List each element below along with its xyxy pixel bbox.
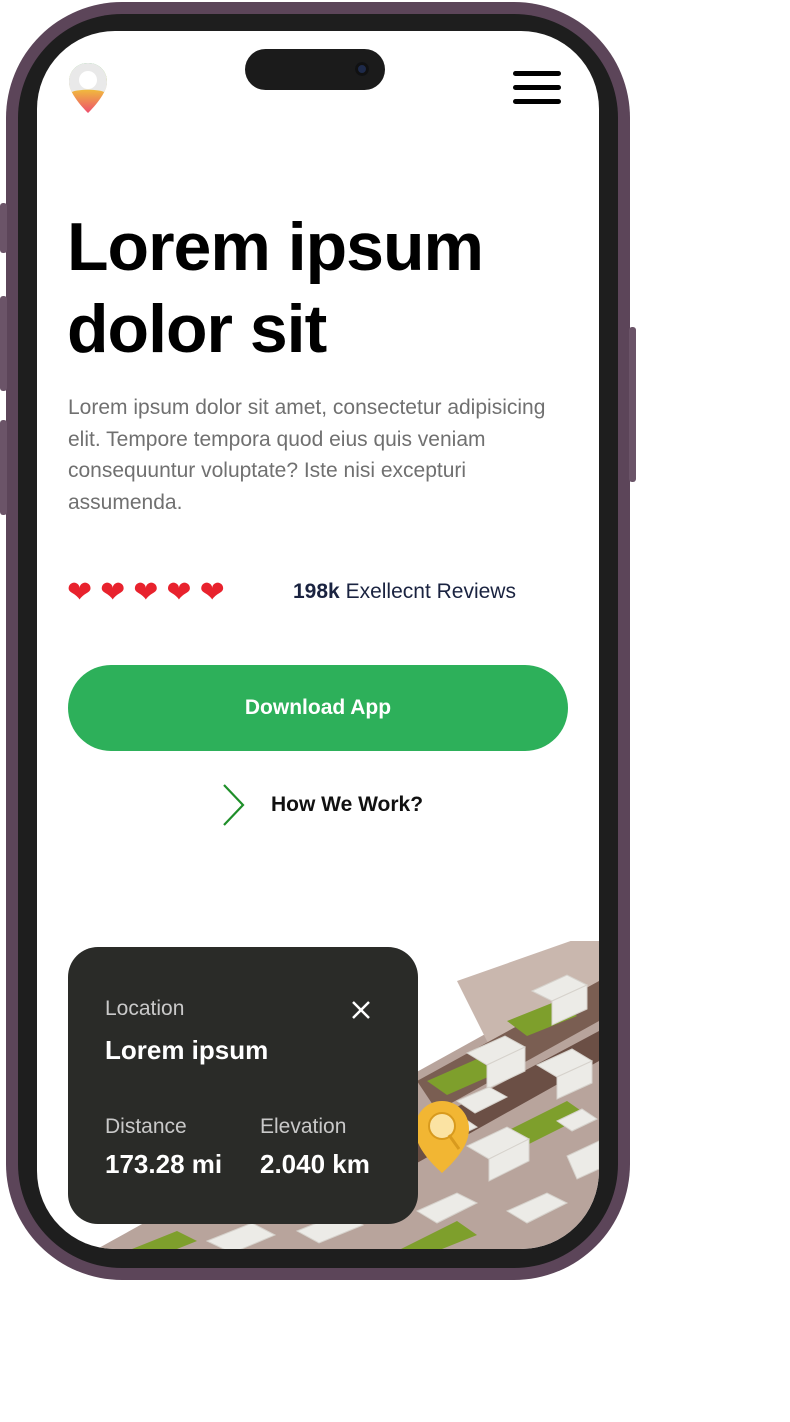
reviews-label: Exellecnt Reviews bbox=[345, 580, 516, 603]
heart-icon: ❤ bbox=[199, 576, 225, 609]
heart-icon: ❤ bbox=[166, 576, 192, 609]
hero-title: Lorem ipsum dolor sit bbox=[67, 209, 484, 367]
location-label: Location bbox=[105, 997, 185, 1020]
distance-label: Distance bbox=[105, 1115, 187, 1138]
how-we-work-link[interactable]: How We Work? bbox=[221, 783, 423, 827]
reviews-count: 198k bbox=[293, 580, 340, 603]
volume-up-button bbox=[0, 296, 7, 391]
dynamic-island bbox=[245, 49, 385, 90]
rating-hearts: ❤ ❤ ❤ ❤ ❤ bbox=[67, 576, 225, 610]
heart-icon: ❤ bbox=[133, 576, 159, 609]
app-screen: Lorem ipsum dolor sit Lorem ipsum dolor … bbox=[37, 31, 599, 1249]
heart-icon: ❤ bbox=[67, 576, 93, 609]
camera-icon bbox=[355, 62, 369, 76]
elevation-value: 2.040 km bbox=[260, 1149, 370, 1179]
how-we-work-label: How We Work? bbox=[271, 793, 424, 816]
download-app-button[interactable]: Download App bbox=[68, 665, 568, 751]
distance-value: 173.28 mi bbox=[105, 1149, 223, 1179]
location-card: Location Lorem ipsum Distance 173.28 mi … bbox=[68, 947, 418, 1224]
volume-down-button bbox=[0, 420, 7, 515]
power-button bbox=[629, 327, 636, 482]
heart-icon: ❤ bbox=[100, 576, 126, 609]
hero-description: Lorem ipsum dolor sit amet, consectetur … bbox=[68, 396, 546, 514]
chevron-right-icon bbox=[223, 784, 245, 826]
close-icon[interactable] bbox=[350, 999, 372, 1021]
hamburger-menu-icon[interactable] bbox=[513, 71, 561, 105]
location-value: Lorem ipsum bbox=[105, 1035, 269, 1065]
elevation-label: Elevation bbox=[260, 1115, 347, 1138]
location-pin-logo-icon[interactable] bbox=[67, 61, 109, 117]
action-button bbox=[0, 203, 7, 253]
reviews-summary: 198k Exellecnt Reviews bbox=[293, 578, 516, 606]
